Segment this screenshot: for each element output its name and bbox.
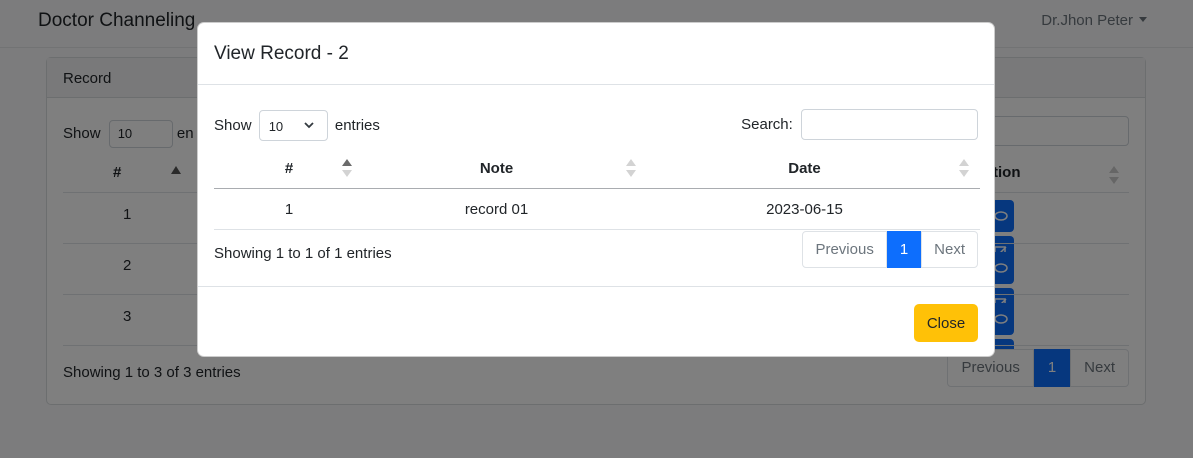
entries-select[interactable]: 10: [258, 110, 328, 141]
entries-label: entries: [334, 117, 380, 134]
next-button[interactable]: Next: [921, 231, 978, 268]
search-label: Search:: [741, 116, 793, 133]
previous-button[interactable]: Previous: [802, 231, 887, 268]
show-label: Show: [214, 117, 252, 134]
sort-both-icon: [959, 159, 969, 177]
page-button[interactable]: 1: [886, 231, 922, 268]
search-input[interactable]: [801, 109, 978, 140]
modal-body: Show 10 entries Search: # Note Date 1 re…: [198, 85, 994, 287]
length-control: Show 10 entries: [214, 110, 380, 141]
cell-num: 1: [284, 200, 294, 218]
modal-footer: Close: [198, 287, 994, 356]
chevron-down-icon: [304, 122, 314, 129]
table-info: Showing 1 to 1 of 1 entries: [214, 245, 392, 262]
cell-note: record 01: [464, 200, 529, 218]
modal-title: View Record - 2: [214, 43, 349, 64]
search-control: Search:: [741, 109, 978, 140]
records-table: # Note Date 1 record 01 2023-06-15: [214, 149, 980, 230]
col-header-num-label: #: [284, 160, 294, 177]
col-header-date-label: Date: [788, 160, 821, 177]
close-button[interactable]: Close: [914, 304, 978, 342]
table-header-row: # Note Date: [214, 149, 980, 189]
sort-asc-icon: [342, 159, 352, 177]
col-header-note[interactable]: Note: [364, 149, 629, 188]
cell-date: 2023-06-15: [766, 200, 843, 218]
view-record-modal: View Record - 2 Show 10 entries Search: …: [197, 22, 995, 357]
table-row: 1 record 01 2023-06-15: [214, 189, 980, 230]
pagination: Previous 1 Next: [802, 231, 978, 268]
col-header-note-label: Note: [479, 160, 514, 177]
modal-header: View Record - 2: [198, 23, 994, 85]
col-header-date[interactable]: Date: [629, 149, 980, 188]
entries-select-value: 10: [268, 119, 284, 135]
